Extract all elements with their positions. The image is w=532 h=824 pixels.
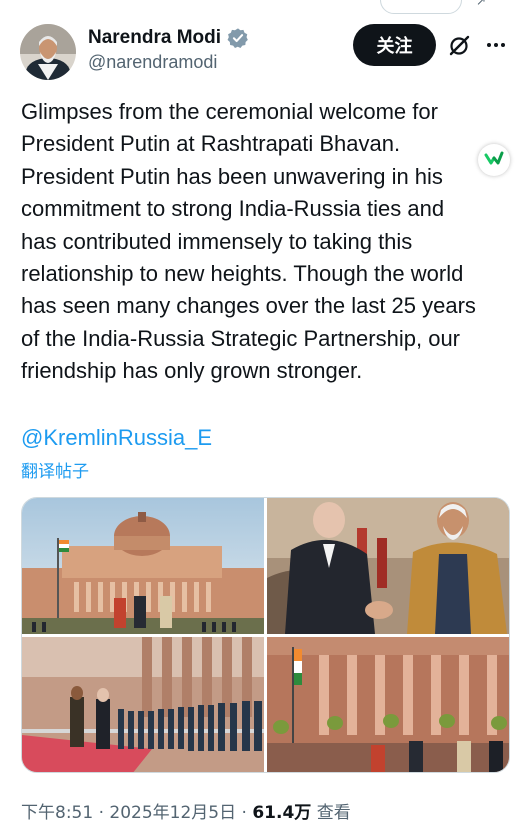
guard-of-honour-photo[interactable] bbox=[22, 637, 264, 772]
share-arrow-icon[interactable]: ↗ bbox=[476, 0, 486, 8]
author-handle[interactable]: @narendramodi bbox=[88, 52, 249, 73]
verified-badge-icon bbox=[227, 28, 248, 48]
grok-icon[interactable] bbox=[448, 33, 472, 57]
more-icon[interactable] bbox=[484, 33, 508, 57]
follow-button[interactable]: 关注 bbox=[353, 24, 436, 66]
translate-post-link[interactable]: 翻译帖子 bbox=[21, 457, 89, 482]
meta-separator: · bbox=[236, 803, 253, 823]
colonnade-welcome-photo[interactable] bbox=[267, 637, 509, 772]
post-date[interactable]: 2025年12月5日 bbox=[109, 803, 236, 823]
avatar-image bbox=[20, 24, 76, 80]
handshake-image bbox=[267, 498, 509, 634]
author-block[interactable]: Narendra Modi @narendramodi bbox=[88, 27, 249, 73]
author-name-row[interactable]: Narendra Modi bbox=[88, 27, 249, 49]
translate-extension-button[interactable] bbox=[478, 144, 510, 176]
media-grid bbox=[21, 497, 510, 773]
views-count[interactable]: 61.4万 bbox=[252, 803, 311, 823]
putin-modi-handshake-photo[interactable] bbox=[267, 498, 509, 634]
post-time[interactable]: 下午8:51 bbox=[21, 803, 93, 823]
translate-check-icon bbox=[484, 151, 504, 165]
tweet-text: Glimpses from the ceremonial welcome for… bbox=[21, 99, 476, 384]
avatar[interactable] bbox=[20, 24, 76, 80]
views-label: 查看 bbox=[311, 803, 351, 823]
mention-link[interactable]: @KremlinRussia_E bbox=[21, 423, 212, 453]
post-meta: 下午8:51 · 2025年12月5日 · 61.4万 查看 bbox=[21, 798, 351, 823]
rashtrapati-bhavan-dome-photo[interactable] bbox=[22, 498, 264, 634]
rashtrapati-bhavan-dome-image bbox=[22, 498, 264, 634]
previous-post-button[interactable] bbox=[380, 0, 462, 14]
guard-of-honour-image bbox=[22, 637, 264, 772]
colonnade-image bbox=[267, 637, 509, 772]
author-name[interactable]: Narendra Modi bbox=[88, 27, 221, 49]
meta-separator: · bbox=[93, 803, 110, 823]
